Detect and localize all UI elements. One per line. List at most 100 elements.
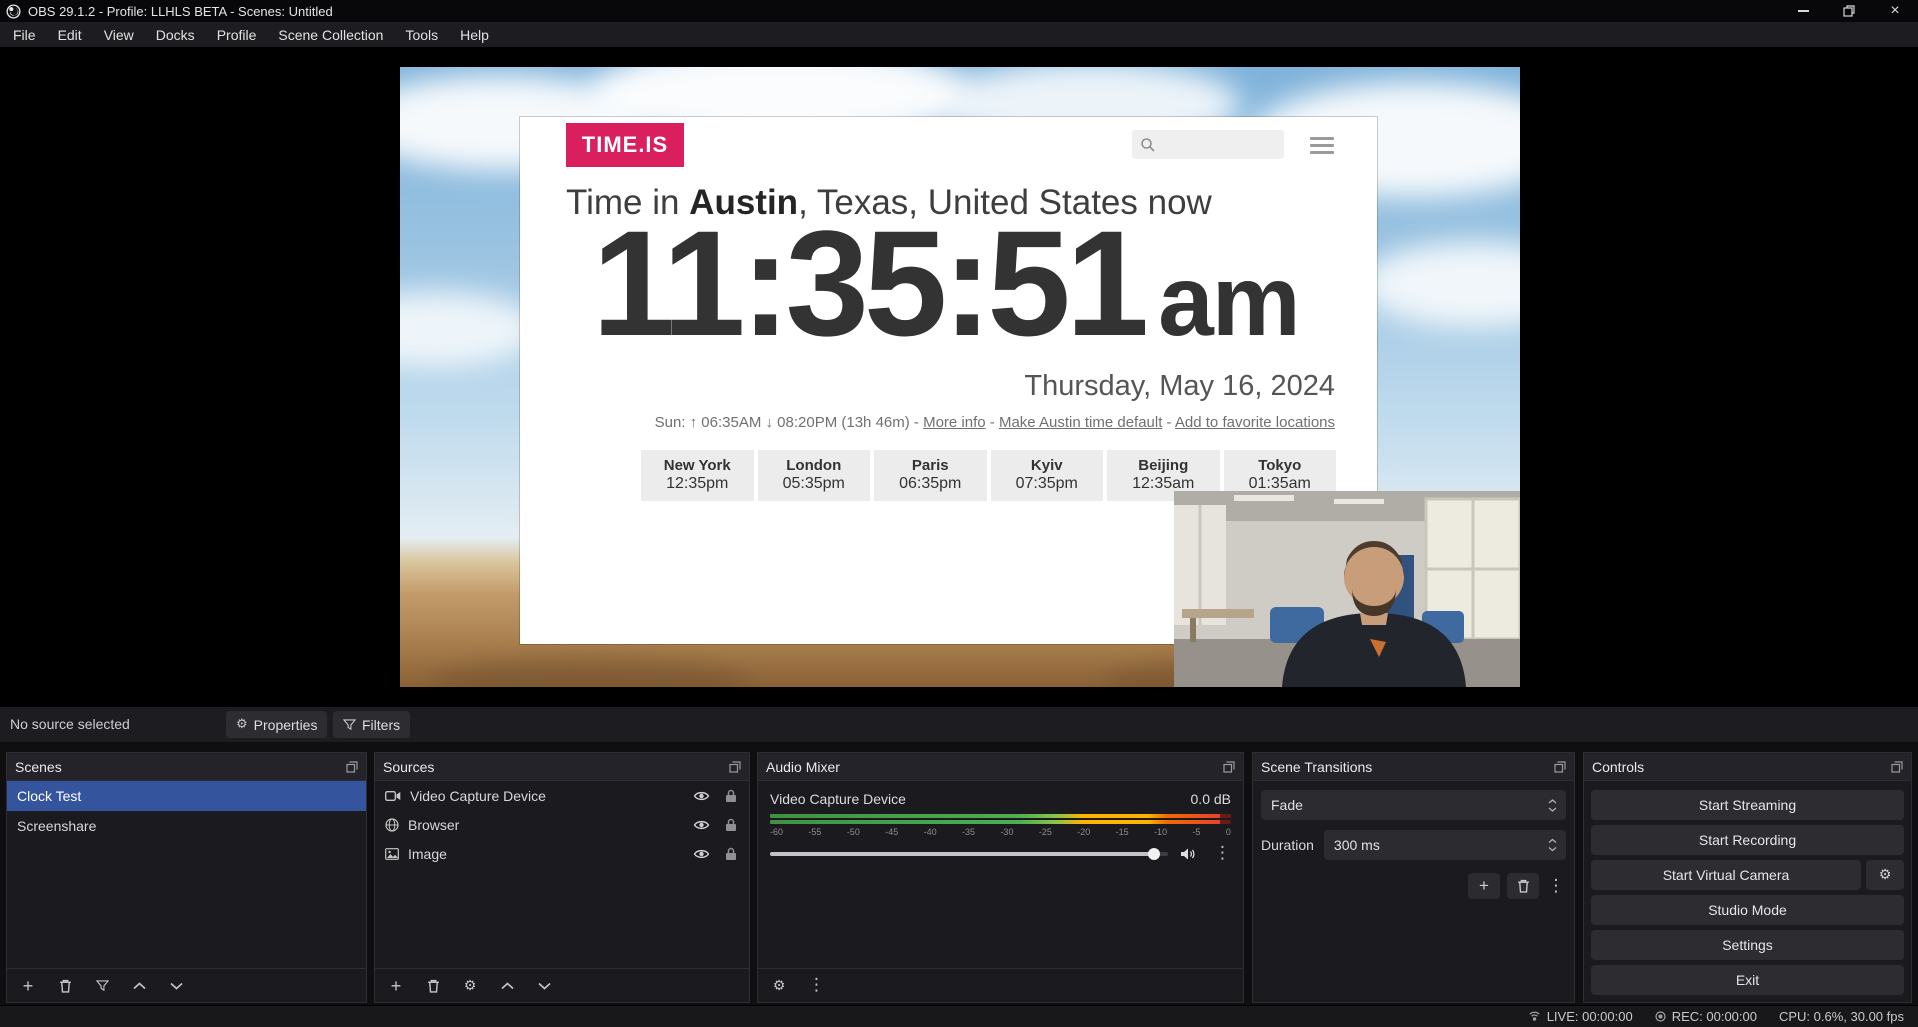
channel-name: Video Capture Device <box>770 791 906 807</box>
visibility-toggle[interactable] <box>693 819 710 831</box>
timeis-logo: TIME.IS <box>566 123 684 167</box>
scene-item-screenshare[interactable]: Screenshare <box>7 811 366 841</box>
menu-tools[interactable]: Tools <box>394 22 449 47</box>
volume-slider-handle[interactable] <box>1148 848 1160 860</box>
eye-icon <box>693 848 710 860</box>
cpu-fps-stats: CPU: 0.6%, 30.00 fps <box>1779 1009 1904 1024</box>
menu-docks[interactable]: Docks <box>145 22 206 47</box>
spinbox-arrows-icon[interactable] <box>1548 839 1557 852</box>
lock-toggle[interactable] <box>725 789 737 803</box>
channel-options-button[interactable]: ⋮ <box>1214 845 1231 862</box>
meter-scale-label: -20 <box>1077 827 1090 837</box>
scene-canvas[interactable]: TIME.IS Time in Austin, Texas, United St… <box>400 67 1520 687</box>
meter-scale-label: -40 <box>924 827 937 837</box>
webcam-overlay <box>1174 491 1520 687</box>
record-icon <box>1655 1011 1666 1022</box>
menu-file[interactable]: File <box>2 22 47 47</box>
mixer-options-button[interactable]: ⋮ <box>808 977 825 995</box>
studio-mode-button[interactable]: Studio Mode <box>1591 895 1904 925</box>
settings-button[interactable]: Settings <box>1591 930 1904 960</box>
current-date: Thursday, May 16, 2024 <box>1024 370 1335 403</box>
source-row-video-capture[interactable]: Video Capture Device <box>375 781 749 810</box>
transition-options-button[interactable]: ⋮ <box>1546 878 1566 895</box>
eye-icon <box>693 819 710 831</box>
popout-icon[interactable] <box>1554 761 1566 773</box>
audio-mixer-dock-header[interactable]: Audio Mixer <box>758 753 1243 781</box>
add-source-button[interactable]: + <box>388 977 404 995</box>
duration-spinbox[interactable]: 300 ms <box>1324 830 1566 860</box>
filters-button[interactable]: Filters <box>333 711 410 738</box>
popout-icon[interactable] <box>1223 761 1235 773</box>
mute-toggle[interactable] <box>1180 847 1196 861</box>
scene-item-clock-test[interactable]: Clock Test <box>7 781 366 811</box>
lock-toggle[interactable] <box>725 818 737 832</box>
move-source-up-button[interactable] <box>499 977 515 995</box>
lock-toggle[interactable] <box>725 847 737 861</box>
move-source-down-button[interactable] <box>536 977 552 995</box>
remove-scene-button[interactable] <box>57 977 73 995</box>
meter-scale: -60-55-50-45-40-35-30-25-20-15-10-50 <box>770 827 1231 837</box>
menu-edit[interactable]: Edit <box>47 22 93 47</box>
move-scene-up-button[interactable] <box>131 977 147 995</box>
transitions-dock-header[interactable]: Scene Transitions <box>1253 753 1574 781</box>
popout-icon[interactable] <box>729 761 741 773</box>
maximize-button[interactable] <box>1826 0 1872 22</box>
exit-button[interactable]: Exit <box>1591 965 1904 995</box>
meter-scale-label: 0 <box>1226 827 1231 837</box>
timeis-search-box <box>1132 130 1284 159</box>
scene-filters-button[interactable] <box>94 977 110 995</box>
properties-button[interactable]: ⚙ Properties <box>226 711 327 738</box>
meter-scale-label: -25 <box>1039 827 1052 837</box>
scenes-list: Clock Test Screenshare <box>7 781 366 841</box>
sources-dock-header[interactable]: Sources <box>375 753 749 781</box>
controls-dock-header[interactable]: Controls <box>1584 753 1911 781</box>
remove-transition-button[interactable] <box>1507 873 1539 899</box>
channel-level-db: 0.0 dB <box>1191 791 1231 807</box>
filter-icon <box>343 719 356 731</box>
add-scene-button[interactable]: + <box>20 977 36 995</box>
visibility-toggle[interactable] <box>693 848 710 860</box>
menu-help[interactable]: Help <box>449 22 500 47</box>
volume-slider[interactable] <box>770 847 1168 861</box>
menu-profile[interactable]: Profile <box>206 22 268 47</box>
start-streaming-button[interactable]: Start Streaming <box>1591 790 1904 820</box>
clock-digits: 11:35:51 <box>592 205 1144 363</box>
transition-select[interactable]: Fade <box>1261 790 1566 820</box>
dune-shadow <box>430 659 750 687</box>
trash-icon <box>1517 879 1530 893</box>
chevron-down-icon <box>170 982 183 990</box>
gear-icon: ⚙ <box>236 717 248 732</box>
virtual-camera-config-button[interactable]: ⚙ <box>1866 860 1904 890</box>
meter-scale-label: -5 <box>1192 827 1200 837</box>
live-clock: 11:35:51 am <box>592 205 1299 363</box>
lock-icon <box>725 847 737 861</box>
status-bar: LIVE: 00:00:00 REC: 00:00:00 CPU: 0.6%, … <box>0 1005 1918 1027</box>
menu-scene-collection[interactable]: Scene Collection <box>267 22 394 47</box>
popout-icon[interactable] <box>1891 761 1903 773</box>
start-recording-button[interactable]: Start Recording <box>1591 825 1904 855</box>
scenes-dock-header[interactable]: Scenes <box>7 753 366 781</box>
add-transition-button[interactable]: + <box>1468 873 1500 899</box>
close-button[interactable]: × <box>1872 0 1918 22</box>
source-properties-button[interactable]: ⚙ <box>462 977 478 995</box>
move-scene-down-button[interactable] <box>168 977 184 995</box>
trash-icon <box>59 979 72 993</box>
sources-toolbar: + ⚙ <box>375 968 749 1002</box>
globe-icon <box>385 818 399 832</box>
minimize-button[interactable] <box>1780 0 1826 22</box>
start-virtual-camera-button[interactable]: Start Virtual Camera <box>1591 860 1861 890</box>
webcam-video <box>1174 491 1520 687</box>
remove-source-button[interactable] <box>425 977 441 995</box>
favorite-link: Add to favorite locations <box>1175 414 1335 431</box>
visibility-toggle[interactable] <box>693 790 710 802</box>
speaker-icon <box>1180 847 1196 861</box>
advanced-audio-button[interactable]: ⚙ <box>771 977 787 995</box>
scenes-dock: Scenes Clock Test Screenshare + <box>6 752 367 1003</box>
meter-scale-label: -15 <box>1116 827 1129 837</box>
menu-view[interactable]: View <box>93 22 145 47</box>
source-status-text: No source selected <box>10 716 130 732</box>
city-cell: Paris06:35pm <box>874 450 987 501</box>
source-row-browser[interactable]: Browser <box>375 810 749 839</box>
source-row-image[interactable]: Image <box>375 839 749 868</box>
popout-icon[interactable] <box>346 761 358 773</box>
